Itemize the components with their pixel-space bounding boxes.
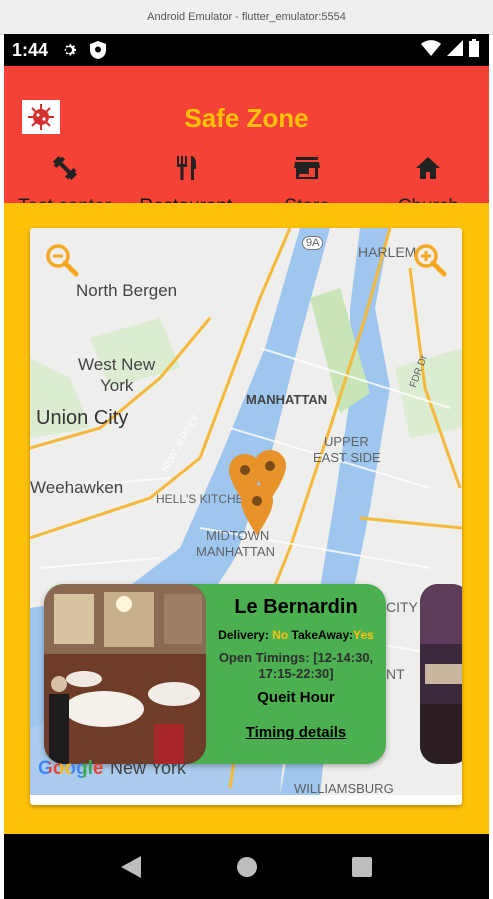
status-time: 1:44	[12, 39, 49, 60]
map-pin-icon	[241, 485, 273, 535]
home-button[interactable]	[227, 847, 267, 887]
restaurant-card[interactable]: Le Bernardin Delivery: No TakeAway:Yes O…	[44, 584, 386, 764]
emulator-title-bar: Android Emulator - flutter_emulator:5554	[0, 0, 493, 35]
recents-button[interactable]	[342, 847, 382, 887]
map-label-harlem: HARLEM	[358, 244, 417, 260]
restaurant-info: Le Bernardin Delivery: No TakeAway:Yes O…	[206, 584, 386, 764]
battery-icon	[469, 38, 479, 62]
zoom-in-icon	[414, 244, 447, 277]
map-label-west-new-york-2: York	[100, 376, 134, 395]
delivery-label: Delivery:	[218, 628, 269, 642]
status-bar: 1:44	[4, 34, 489, 66]
wifi-icon	[421, 39, 441, 61]
service-flags: Delivery: No TakeAway:Yes	[218, 628, 374, 642]
recents-icon	[351, 856, 372, 877]
zoom-in-button[interactable]	[412, 242, 448, 278]
content-area: HARLEM North Bergen West New York Union …	[4, 203, 489, 834]
zoom-out-button[interactable]	[44, 242, 80, 278]
takeaway-value: Yes	[353, 628, 374, 642]
map-label-weehawken: Weehawken	[30, 478, 124, 497]
google-logo: Google	[38, 758, 103, 780]
map-label-upper-east-1: UPPER	[324, 434, 369, 449]
open-timings-line2: 17:15-22:30]	[258, 666, 334, 681]
map-label-nt: NT	[386, 666, 405, 682]
open-timings: Open Timings: [12-14:30, 17:15-22:30]	[219, 650, 373, 682]
map-label-west-new-york-1: West New	[78, 355, 156, 374]
dumbbell-icon	[52, 155, 77, 181]
restaurant-name: Le Bernardin	[234, 596, 358, 618]
map-label-union-city: Union City	[36, 407, 129, 429]
restaurant-photo	[44, 584, 206, 764]
home-circle-icon	[236, 856, 257, 877]
next-restaurant-photo	[420, 584, 462, 764]
shield-icon	[90, 41, 107, 59]
map-card: HARLEM North Bergen West New York Union …	[30, 228, 462, 805]
app-title: Safe Zone	[184, 103, 309, 133]
map-view[interactable]: HARLEM North Bergen West New York Union …	[30, 228, 462, 795]
app-bar: Safe Zone Test center Restaurent Store C…	[4, 66, 489, 235]
map-label-manhattan: MANHATTAN	[246, 392, 328, 407]
home-icon	[416, 157, 441, 179]
map-label-north-bergen: North Bergen	[76, 281, 178, 300]
timing-details-link[interactable]: Timing details	[246, 724, 347, 741]
google-logo-text: Google	[38, 758, 104, 779]
settings-icon	[60, 41, 78, 59]
map-label-city: CITY	[386, 599, 418, 615]
zoom-out-icon	[46, 244, 79, 277]
store-icon	[294, 157, 321, 179]
delivery-value: No	[272, 628, 289, 642]
map-label-route-9a: 9A	[302, 236, 324, 250]
quiet-hour-label: Queit Hour	[257, 689, 335, 706]
map-label-midtown-2: MANHATTAN	[196, 544, 275, 559]
back-icon	[120, 855, 141, 878]
android-nav-bar	[4, 834, 489, 899]
map-label-williamsburg: WILLIAMSBURG	[294, 781, 394, 795]
map-label-upper-east-2: EAST SIDE	[313, 450, 381, 465]
signal-icon	[447, 39, 463, 61]
back-button[interactable]	[112, 847, 152, 887]
map-pin-restaurant[interactable]	[241, 485, 273, 540]
next-restaurant-card[interactable]	[420, 584, 462, 764]
open-timings-line1: Open Timings: [12-14:30,	[218, 650, 374, 665]
device-screen: 1:44 Safe Zone HARLEM North Bergen West …	[4, 34, 489, 899]
emulator-title: Android Emulator - flutter_emulator:5554	[147, 11, 346, 23]
restaurant-icon	[176, 156, 196, 180]
takeaway-label: TakeAway:	[291, 628, 354, 642]
